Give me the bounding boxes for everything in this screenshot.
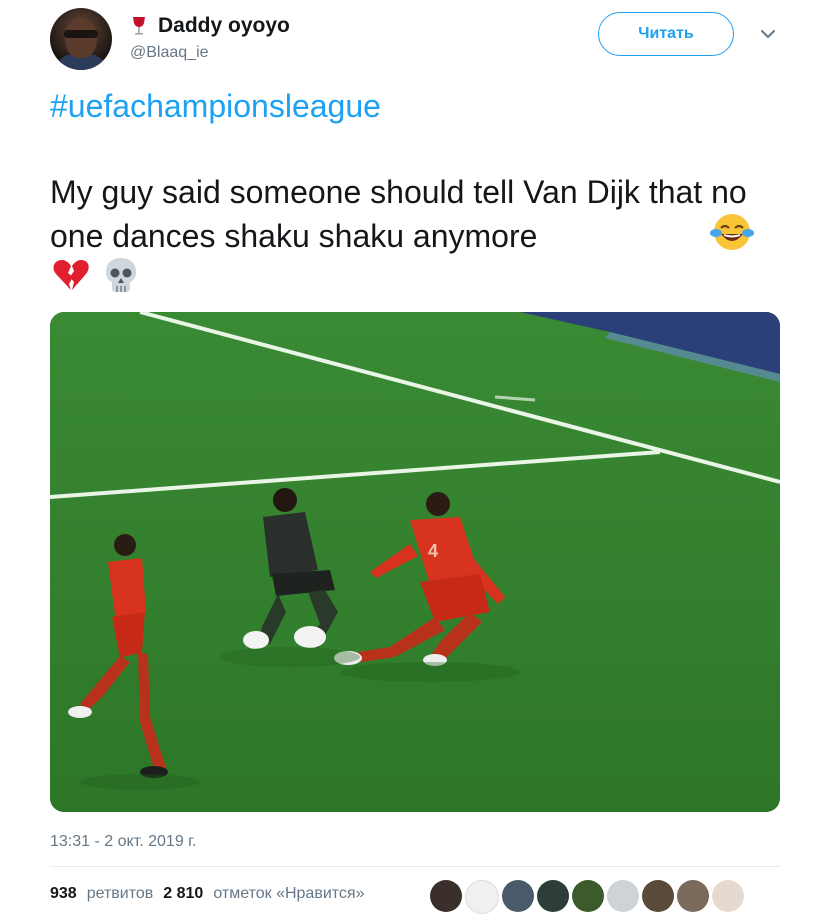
retweets-count[interactable]: 938 [50, 885, 77, 903]
display-name: Daddy oyoyo [158, 14, 290, 37]
wine-glass-icon [130, 16, 148, 36]
chevron-down-icon[interactable] [758, 24, 778, 44]
liker-avatar[interactable] [677, 880, 709, 912]
retweets-label[interactable]: ретвитов [87, 885, 154, 903]
likers-avatars [430, 880, 744, 914]
liker-avatar[interactable] [430, 880, 462, 912]
display-name-row[interactable]: Daddy oyoyo [130, 14, 290, 38]
tweet-header: Daddy oyoyo @Blaaq_ie Читать [50, 8, 790, 72]
skull-icon [100, 254, 142, 296]
liker-avatar[interactable] [465, 880, 499, 914]
liker-avatar[interactable] [607, 880, 639, 912]
tweet-timestamp[interactable]: 13:31 - 2 окт. 2019 г. [50, 833, 197, 851]
tweet-text: My guy said someone should tell Van Dijk… [50, 174, 747, 254]
emoji-line [50, 254, 142, 296]
avatar[interactable] [50, 8, 112, 70]
liker-avatar[interactable] [537, 880, 569, 912]
broken-heart-icon [50, 254, 92, 296]
tweet-media-image[interactable]: 4 [50, 312, 780, 812]
liker-avatar[interactable] [712, 880, 744, 912]
likes-count[interactable]: 2 810 [163, 885, 203, 903]
svg-text:4: 4 [428, 541, 438, 561]
liker-avatar[interactable] [502, 880, 534, 912]
face-with-tears-of-joy-icon [710, 210, 754, 254]
divider [50, 866, 780, 867]
hashtag-link[interactable]: #uefachampionsleague [50, 88, 381, 125]
likes-label[interactable]: отметок «Нравится» [213, 885, 364, 903]
liker-avatar[interactable] [642, 880, 674, 912]
follow-button[interactable]: Читать [598, 12, 734, 56]
tweet-stats: 938 ретвитов 2 810 отметок «Нравится» [50, 885, 364, 903]
liker-avatar[interactable] [572, 880, 604, 912]
user-handle[interactable]: @Blaaq_ie [130, 44, 209, 62]
